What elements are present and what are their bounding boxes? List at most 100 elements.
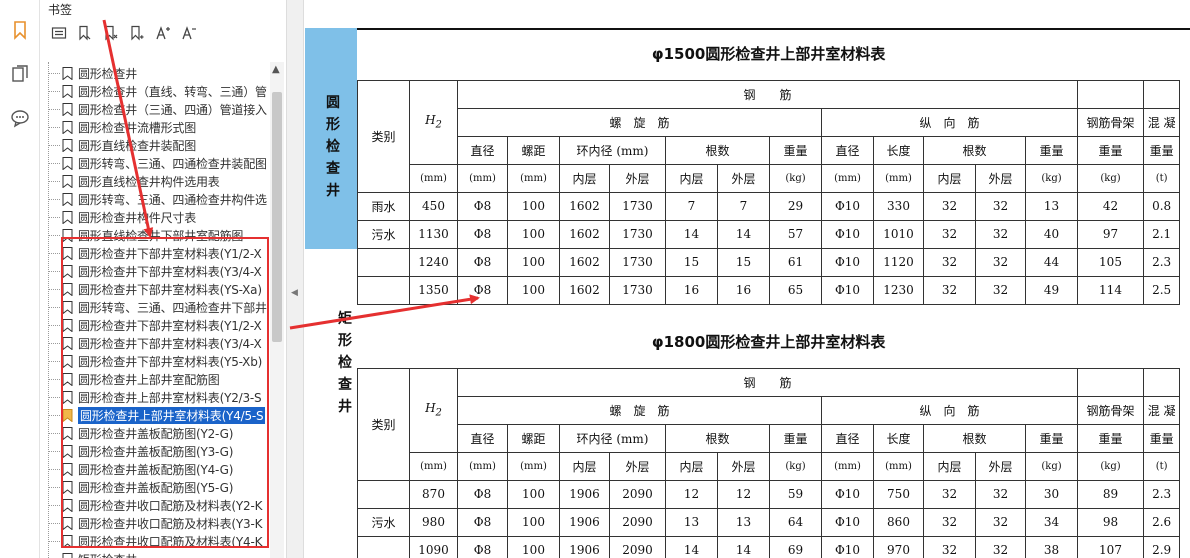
- header-weight: 重量: [1025, 135, 1078, 165]
- comments-panel-icon[interactable]: [10, 108, 30, 128]
- value-cell: 0.8: [1142, 191, 1181, 221]
- bookmark-item[interactable]: 圆形检查井下部井室材料表(Y3/4-X: [40, 262, 270, 280]
- bookmark-item[interactable]: 圆形检查井流槽形式图: [40, 118, 270, 136]
- unit-label: (t): [1142, 451, 1181, 481]
- value-cell: 61: [769, 247, 822, 277]
- bookmark-item[interactable]: 矩形检查井: [40, 550, 270, 558]
- bookmark-icon: [62, 247, 73, 260]
- bookmark-label: 圆形检查井下部井室材料表(Y1/2-X: [78, 247, 262, 261]
- bookmark-label: 圆形检查井下部井室材料表(Y3/4-X: [78, 265, 262, 279]
- value-cell: 1230: [873, 275, 924, 305]
- bookmark-item[interactable]: 圆形检查井下部井室材料表(YS-Xa): [40, 280, 270, 298]
- bookmark-item[interactable]: 圆形检查井上部井室材料表(Y2/3-S: [40, 388, 270, 406]
- header-inner: 内层: [559, 451, 610, 481]
- bookmark-item[interactable]: 圆形检查井构件尺寸表: [40, 208, 270, 226]
- bookmark-item[interactable]: 圆形检查井收口配筋及材料表(Y4-K: [40, 532, 270, 550]
- bookmark-icon: [62, 535, 73, 548]
- title-row: φ1800圆形检查井上部井室材料表: [357, 316, 1180, 369]
- bookmark-item[interactable]: 圆形检查井（直线、转弯、三通）管: [40, 82, 270, 100]
- bookmark-label: 圆形检查井下部井室材料表(YS-Xa): [78, 283, 262, 297]
- bookmark-delete-icon[interactable]: [100, 22, 122, 44]
- bookmark-label: 圆形检查井下部井室材料表(Y3/4-X: [78, 337, 262, 351]
- bookmark-item[interactable]: 圆形检查井下部井室材料表(Y5-Xb): [40, 352, 270, 370]
- bookmark-item[interactable]: 圆形转弯、三通、四通检查井下部井: [40, 298, 270, 316]
- bookmark-item[interactable]: 圆形检查井上部井室配筋图: [40, 370, 270, 388]
- bookmark-icon: [62, 445, 73, 458]
- value-cell: 1130: [409, 219, 458, 249]
- pages-panel-icon[interactable]: [10, 64, 30, 84]
- bookmark-item[interactable]: 圆形检查井盖板配筋图(Y3-G): [40, 442, 270, 460]
- value-cell: Φ8: [457, 219, 508, 249]
- header-cage: 钢筋骨架: [1077, 395, 1144, 425]
- expand-list-icon[interactable]: [48, 22, 70, 44]
- value-cell: 100: [507, 219, 560, 249]
- panel-splitter[interactable]: ◀: [286, 0, 304, 558]
- tree-connector: [48, 289, 60, 290]
- value-cell: 16: [665, 275, 718, 305]
- bookmark-item[interactable]: 圆形直线检查井构件选用表: [40, 172, 270, 190]
- category-cell: [357, 275, 410, 305]
- bookmark-panel-icon[interactable]: [10, 20, 30, 40]
- bookmark-label: 圆形转弯、三通、四通检查井构件选: [78, 193, 267, 207]
- side-label-char: 圆: [326, 95, 340, 111]
- value-cell: 980: [409, 507, 458, 537]
- value-cell: 69: [769, 535, 822, 558]
- value-cell: 14: [665, 535, 718, 558]
- value-cell: 2.1: [1142, 219, 1181, 249]
- tree-connector: [48, 163, 60, 164]
- unit-label: (kg): [1077, 163, 1144, 193]
- header-cage-blank: [1077, 79, 1144, 109]
- bookmark-item[interactable]: 圆形检查井收口配筋及材料表(Y3-K: [40, 514, 270, 532]
- bookmark-item[interactable]: 圆形直线检查井下部井室配筋图: [40, 226, 270, 244]
- bookmark-item[interactable]: 圆形检查井（三通、四通）管道接入: [40, 100, 270, 118]
- bookmark-item[interactable]: 圆形转弯、三通、四通检查井构件选: [40, 190, 270, 208]
- value-cell: 1602: [559, 275, 610, 305]
- bookmark-item[interactable]: 圆形检查井: [40, 64, 270, 82]
- bookmark-item[interactable]: 圆形检查井盖板配筋图(Y5-G): [40, 478, 270, 496]
- bookmark-properties-icon[interactable]: [126, 22, 148, 44]
- value-cell: 32: [923, 479, 976, 509]
- unit-label: (mm): [507, 163, 560, 193]
- scroll-thumb[interactable]: [272, 92, 282, 342]
- bookmark-item[interactable]: 圆形检查井盖板配筋图(Y2-G): [40, 424, 270, 442]
- bookmark-scrollbar[interactable]: ▲: [270, 62, 284, 558]
- bookmark-item[interactable]: 圆形检查井下部井室材料表(Y1/2-X: [40, 316, 270, 334]
- value-cell: 2.3: [1142, 247, 1181, 277]
- value-cell: 870: [409, 479, 458, 509]
- bookmark-item[interactable]: 圆形直线检查井装配图: [40, 136, 270, 154]
- bookmark-item[interactable]: 圆形检查井收口配筋及材料表(Y2-K: [40, 496, 270, 514]
- header-longitudinal: 纵 向 筋: [821, 395, 1078, 425]
- font-increase-icon[interactable]: [152, 22, 174, 44]
- bookmark-item[interactable]: 圆形检查井下部井室材料表(Y3/4-X: [40, 334, 270, 352]
- bookmark-item[interactable]: 圆形转弯、三通、四通检查井装配图: [40, 154, 270, 172]
- value-cell: 1090: [409, 535, 458, 558]
- unit-label: (mm): [409, 163, 458, 193]
- value-cell: 1120: [873, 247, 924, 277]
- value-cell: Φ8: [457, 507, 508, 537]
- value-cell: 114: [1077, 275, 1144, 305]
- bookmark-add-icon[interactable]: [74, 22, 96, 44]
- value-cell: 2.3: [1142, 479, 1181, 509]
- side-label-char: 形: [326, 117, 340, 133]
- value-cell: 1730: [609, 275, 666, 305]
- unit-label: (mm): [507, 451, 560, 481]
- unit-label: (mm): [821, 163, 874, 193]
- bookmark-label: 圆形检查井盖板配筋图(Y3-G): [78, 445, 234, 459]
- value-cell: 13: [665, 507, 718, 537]
- collapse-panel-icon[interactable]: ◀: [291, 288, 298, 298]
- bookmark-item[interactable]: 圆形检查井下部井室材料表(Y1/2-X: [40, 244, 270, 262]
- bookmark-icon: [62, 67, 73, 80]
- bookmark-icon: [62, 265, 73, 278]
- header-outer: 外层: [609, 163, 666, 193]
- header-cage-weight: 重量: [1077, 135, 1144, 165]
- font-decrease-icon[interactable]: [178, 22, 200, 44]
- bookmark-label: 圆形检查井下部井室材料表(Y5-Xb): [78, 355, 263, 369]
- header-inner: 内层: [665, 163, 718, 193]
- bookmark-item[interactable]: 圆形检查井上部井室材料表(Y4/5-S: [40, 406, 270, 424]
- value-cell: Φ8: [457, 479, 508, 509]
- scroll-up-icon[interactable]: ▲: [272, 64, 280, 75]
- tree-connector: [48, 199, 60, 200]
- bookmark-label: 圆形检查井上部井室材料表(Y2/3-S: [78, 391, 262, 405]
- bookmark-item[interactable]: 圆形检查井盖板配筋图(Y4-G): [40, 460, 270, 478]
- unit-label: (mm): [873, 163, 924, 193]
